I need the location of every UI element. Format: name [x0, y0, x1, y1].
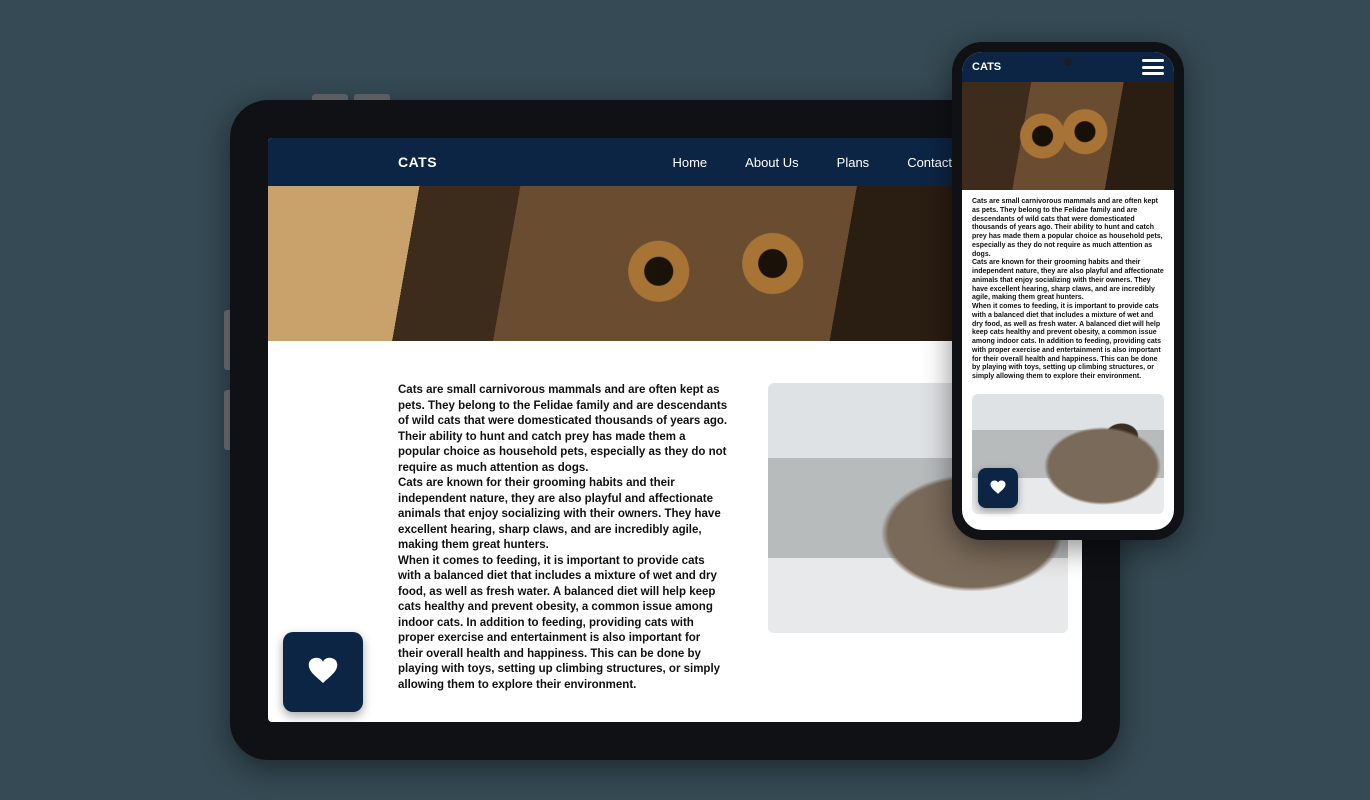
phone-screen: CATS Cats are small carnivorous mammals … — [962, 52, 1174, 530]
nav-about-us[interactable]: About Us — [745, 155, 798, 170]
tablet-side-button — [224, 390, 230, 450]
heart-dropdown-icon — [304, 653, 342, 691]
paragraph-1: Cats are small carnivorous mammals and a… — [398, 383, 728, 476]
paragraph-1: Cats are small carnivorous mammals and a… — [972, 198, 1164, 259]
paragraph-3: When it comes to feeding, it is importan… — [972, 303, 1164, 382]
nav-contact[interactable]: Contact — [907, 155, 952, 170]
tablet-side-button — [224, 310, 230, 370]
tablet-top-button — [354, 94, 390, 100]
article-copy: Cats are small carnivorous mammals and a… — [962, 190, 1174, 388]
paragraph-3: When it comes to feeding, it is importan… — [398, 554, 728, 694]
side-image-cat-lying — [972, 394, 1164, 514]
site-logo[interactable]: CATS — [972, 61, 1001, 73]
heart-dropdown-icon — [988, 478, 1008, 498]
article-copy: Cats are small carnivorous mammals and a… — [398, 383, 728, 693]
primary-nav: Home About Us Plans Contact — [672, 155, 952, 170]
hamburger-menu-icon — [1142, 72, 1164, 75]
phone-device-frame: CATS Cats are small carnivorous mammals … — [952, 42, 1184, 540]
hamburger-menu-button[interactable] — [1142, 59, 1164, 75]
site-header: CATS — [962, 52, 1174, 82]
hero-image-cat-peeking — [962, 82, 1174, 190]
hamburger-menu-icon — [1142, 66, 1164, 69]
favorite-dropdown-button[interactable] — [283, 632, 363, 712]
phone-camera-dot — [1064, 58, 1072, 66]
site-logo[interactable]: CATS — [398, 154, 437, 170]
favorite-dropdown-button[interactable] — [978, 468, 1018, 508]
paragraph-2: Cats are known for their grooming habits… — [972, 259, 1164, 303]
hamburger-menu-icon — [1142, 59, 1164, 62]
nav-home[interactable]: Home — [672, 155, 707, 170]
nav-plans[interactable]: Plans — [837, 155, 870, 170]
tablet-top-button — [312, 94, 348, 100]
paragraph-2: Cats are known for their grooming habits… — [398, 476, 728, 554]
